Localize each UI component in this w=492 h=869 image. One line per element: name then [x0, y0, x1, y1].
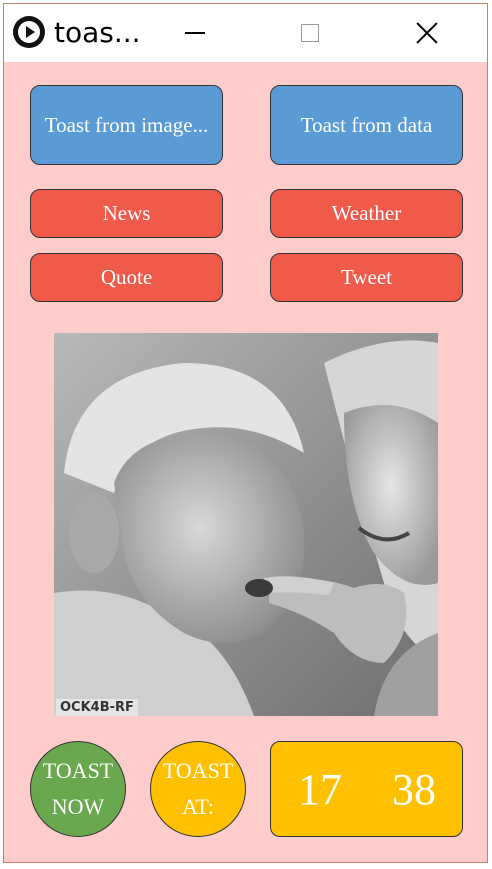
- minimize-icon: [185, 32, 205, 34]
- app-window: toas... Toast from image... Toast from d…: [3, 3, 488, 863]
- toast-now-button[interactable]: TOAST NOW: [30, 741, 126, 837]
- time-picker[interactable]: 17 38: [270, 741, 463, 837]
- app-icon: [13, 16, 45, 48]
- toast-at-label-line2: AT:: [182, 794, 214, 819]
- minimize-button[interactable]: [155, 4, 235, 62]
- close-button[interactable]: [387, 4, 467, 62]
- title-bar[interactable]: toas...: [4, 4, 487, 62]
- toast-at-label-line1: TOAST: [162, 758, 234, 783]
- news-button[interactable]: News: [30, 189, 223, 238]
- maximize-icon: [301, 24, 319, 42]
- toast-from-data-button[interactable]: Toast from data: [270, 85, 463, 165]
- window-title: toas...: [54, 16, 141, 49]
- photo-watermark: OCK4B-RF: [56, 699, 138, 716]
- toast-at-button[interactable]: TOAST AT:: [150, 741, 246, 837]
- minute-value[interactable]: 38: [392, 764, 436, 815]
- maximize-button[interactable]: [270, 4, 350, 62]
- hour-value[interactable]: 17: [298, 764, 342, 815]
- toast-now-label-line1: TOAST: [42, 758, 114, 783]
- quote-button[interactable]: Quote: [30, 253, 223, 302]
- tweet-button[interactable]: Tweet: [270, 253, 463, 302]
- toast-image: OCK4B-RF: [54, 333, 438, 716]
- toast-now-label-line2: NOW: [51, 794, 105, 819]
- photo-illustration: [54, 333, 438, 716]
- weather-button[interactable]: Weather: [270, 189, 463, 238]
- close-icon: [416, 22, 438, 44]
- toast-from-image-button[interactable]: Toast from image...: [30, 85, 223, 165]
